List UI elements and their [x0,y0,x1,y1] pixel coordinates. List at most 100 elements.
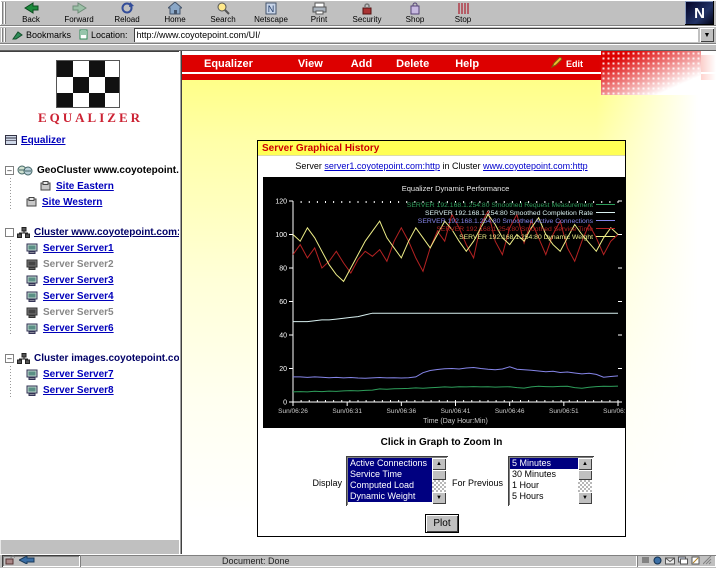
status-security-area [2,555,80,567]
svg-text:0: 0 [283,400,287,407]
server-link[interactable]: server1.coyotepoint.com:http [324,161,440,171]
menu-add[interactable]: Add [351,58,372,70]
tree-item[interactable]: Site Eastern [0,178,179,194]
navigator-icon[interactable] [653,556,662,567]
tree-item[interactable]: Server Server5 [0,304,179,320]
mailbox-icon[interactable] [665,556,675,567]
tree-item[interactable]: – Cluster images.coyotepoint.com: [0,350,179,366]
menu-help[interactable]: Help [455,58,479,70]
equalizer-icon [5,135,17,145]
navigation-tree: Equalizer – GeoCluster www.coyotepoint.com… [0,132,179,398]
plot-button[interactable]: Plot [425,514,459,533]
menu-view[interactable]: View [298,58,323,70]
tree-item-label[interactable]: Cluster images.coyotepoint.com: [34,353,179,364]
tree-expander[interactable]: – [5,166,14,175]
tree-item-label[interactable]: Equalizer [21,135,65,146]
tree-item[interactable]: Server Server3 [0,272,179,288]
display-option[interactable]: Service Time [348,469,432,480]
tree-item-label[interactable]: Server Server3 [43,275,114,286]
shop-button[interactable]: Shop [392,1,438,25]
cluster-link[interactable]: www.coyotepoint.com:http [483,161,588,171]
composer-icon[interactable] [691,556,700,567]
tree-item[interactable]: Server Server6 [0,320,179,336]
locbar-grip[interactable] [1,28,7,42]
tree-item[interactable]: Equalizer [0,132,179,148]
svg-text:Equalizer Dynamic Performance: Equalizer Dynamic Performance [402,184,510,193]
forward-button[interactable]: Forward [56,1,102,25]
menu-delete[interactable]: Delete [396,58,429,70]
display-listbox-scrollbar[interactable]: ▲ ▼ [432,458,446,504]
home-button[interactable]: Home [152,1,198,25]
svg-text:120: 120 [275,199,287,206]
svg-text:N: N [268,4,275,14]
tree-item-label[interactable]: Site Western [42,197,102,208]
back-button[interactable]: Back [8,1,54,25]
url-input[interactable] [134,28,698,42]
resize-grip[interactable] [703,556,712,567]
display-option[interactable]: Computed Load [348,480,432,491]
server-icon [26,323,39,334]
tree-item-label[interactable]: Server Server6 [43,323,114,334]
tree-item-label[interactable]: Site Eastern [56,181,114,192]
previous-option[interactable]: 5 Minutes [510,458,578,469]
svg-text:SERVER 192.168.1.254:80 Smooth: SERVER 192.168.1.254:80 Smoothed Active … [418,218,594,225]
svg-text:Sun/06:51: Sun/06:51 [549,408,579,415]
svg-text:Sun/06:31: Sun/06:31 [332,408,362,415]
svg-text:SERVER 192.168.1.254:80 Smooth: SERVER 192.168.1.254:80 Smoothed Request… [407,202,593,209]
display-listbox[interactable]: Active ConnectionsService TimeComputed L… [346,456,448,506]
cluster-icon [17,353,30,364]
scroll-down-arrow[interactable]: ▼ [432,492,446,504]
scroll-up-arrow[interactable]: ▲ [578,458,592,470]
svg-text:80: 80 [279,266,287,273]
insecure-lock-icon[interactable] [5,555,15,567]
previous-option[interactable]: 5 Hours [510,491,578,502]
tree-item-label[interactable]: Server Server1 [43,243,114,254]
list-icon[interactable] [641,556,650,567]
tree-expander[interactable] [5,228,14,237]
stop-button[interactable]: Stop [440,1,486,25]
security-button[interactable]: Security [344,1,390,25]
tree-item[interactable]: Server Server7 [0,366,179,382]
tree-item[interactable]: Server Server2 [0,256,179,272]
reload-button[interactable]: Reload [104,1,150,25]
svg-text:Sun/06:56: Sun/06:56 [603,408,626,415]
tree-item[interactable]: Cluster www.coyotepoint.com:http [0,224,179,240]
tree-item-label[interactable]: GeoCluster www.coyotepoint.com [37,165,179,176]
discussions-icon[interactable] [678,556,688,567]
scroll-down-arrow[interactable]: ▼ [578,492,592,504]
netscape-logo[interactable]: N [685,1,714,25]
search-button[interactable]: Search [200,1,246,25]
url-dropdown-arrow[interactable]: ▼ [700,28,714,42]
tree-item-label: Server Server5 [43,307,114,318]
tree-item-label[interactable]: Cluster www.coyotepoint.com:http [34,227,179,238]
tree-item[interactable]: Server Server4 [0,288,179,304]
display-option[interactable]: Active Connections [348,458,432,469]
status-arrow-icon [19,556,35,566]
component-bar [637,555,716,567]
performance-chart[interactable]: 020406080100120Sun/06:26Sun/06:31Sun/06:… [263,177,626,428]
scroll-up-arrow[interactable]: ▲ [432,458,446,470]
previous-option[interactable]: 1 Hour [510,480,578,491]
tree-item-label[interactable]: Server Server7 [43,369,114,380]
tree-item-label[interactable]: Server Server4 [43,291,114,302]
tree-item[interactable]: Server Server8 [0,382,179,398]
tree-item-label[interactable]: Server Server8 [43,385,114,396]
svg-text:Sun/06:41: Sun/06:41 [441,408,471,415]
previous-listbox[interactable]: 5 Minutes30 Minutes1 Hour5 Hours ▲ ▼ [508,456,594,506]
previous-listbox-scrollbar[interactable]: ▲ ▼ [578,458,592,504]
page-icon [79,29,88,42]
menu-edit[interactable]: Edit [551,57,583,71]
tree-item[interactable]: Server Server1 [0,240,179,256]
menu-equalizer[interactable]: Equalizer [204,58,253,70]
tree-expander[interactable]: – [5,354,14,363]
bookmarks-button[interactable]: Bookmarks [10,29,77,42]
tree-item[interactable]: Site Western [0,194,179,210]
toolbar-grip[interactable] [1,2,7,24]
netscape-button[interactable]: N Netscape [248,1,294,25]
padlock-icon [361,2,373,15]
server-icon [26,385,39,396]
tree-item[interactable]: – GeoCluster www.coyotepoint.com [0,162,179,178]
previous-option[interactable]: 30 Minutes [510,469,578,480]
print-button[interactable]: Print [296,1,342,25]
display-option[interactable]: Dynamic Weight [348,491,432,502]
